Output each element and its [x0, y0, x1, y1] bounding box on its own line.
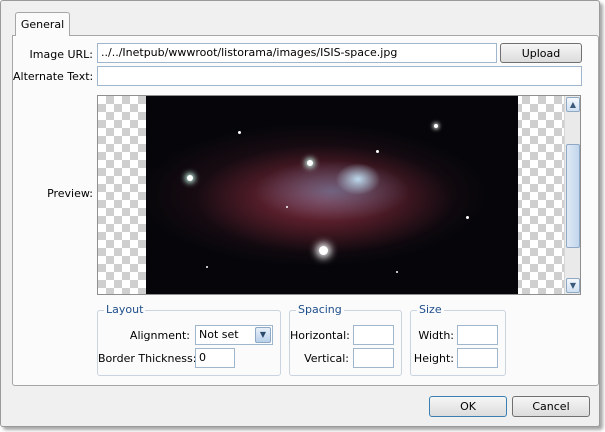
preview-label: Preview:: [47, 187, 93, 200]
star: [319, 246, 328, 255]
tab-general[interactable]: General: [15, 12, 70, 36]
border-thickness-label: Border Thickness:: [98, 352, 197, 365]
alternate-text-input[interactable]: [97, 66, 582, 86]
ok-button[interactable]: OK: [429, 396, 507, 417]
tab-general-label: General: [20, 18, 65, 31]
scroll-up-icon[interactable]: ▲: [566, 97, 580, 112]
vertical-spacing-input[interactable]: [353, 348, 394, 368]
layout-group: Layout Alignment: Not set ▼ Border Thick…: [97, 303, 281, 376]
alignment-selected: Not set: [199, 328, 239, 341]
star: [466, 216, 469, 219]
cancel-button[interactable]: Cancel: [512, 396, 590, 417]
vertical-label: Vertical:: [304, 352, 349, 365]
image-url-input[interactable]: ../../Inetpub/wwwroot/listorama/images/I…: [97, 43, 497, 63]
preview-image: [146, 96, 518, 294]
star: [434, 124, 438, 128]
horizontal-label: Horizontal:: [290, 329, 350, 342]
spacing-legend: Spacing: [296, 303, 344, 316]
layout-legend: Layout: [104, 303, 146, 316]
star: [206, 266, 208, 268]
preview-area[interactable]: ▲ ▼: [97, 95, 581, 295]
star: [187, 175, 193, 181]
cancel-button-label: Cancel: [532, 400, 570, 413]
height-input[interactable]: [457, 348, 498, 368]
height-label: Height:: [413, 352, 454, 365]
star: [238, 131, 241, 134]
size-legend: Size: [417, 303, 444, 316]
alternate-text-label: Alternate Text:: [13, 70, 94, 83]
scroll-thumb[interactable]: [566, 144, 580, 248]
image-properties-dialog: General Image URL: ../../Inetpub/wwwroot…: [0, 0, 600, 427]
border-thickness-input[interactable]: 0: [195, 348, 235, 368]
width-label: Width:: [418, 329, 454, 342]
upload-button[interactable]: Upload: [500, 43, 582, 63]
star: [376, 150, 379, 153]
width-input[interactable]: [457, 325, 498, 345]
image-url-label: Image URL:: [29, 48, 93, 61]
alignment-select[interactable]: Not set ▼: [195, 325, 273, 345]
star: [286, 206, 288, 208]
size-group: Size Width: Height:: [410, 303, 506, 376]
star: [307, 160, 313, 166]
star: [396, 271, 398, 273]
scroll-down-icon[interactable]: ▼: [566, 278, 580, 293]
horizontal-spacing-input[interactable]: [353, 325, 394, 345]
chevron-down-icon[interactable]: ▼: [255, 327, 271, 343]
alignment-label: Alignment:: [129, 329, 190, 342]
ok-button-label: OK: [460, 400, 476, 413]
preview-scrollbar[interactable]: ▲ ▼: [564, 96, 580, 294]
spacing-group: Spacing Horizontal: Vertical:: [289, 303, 402, 376]
upload-button-label: Upload: [521, 46, 561, 60]
